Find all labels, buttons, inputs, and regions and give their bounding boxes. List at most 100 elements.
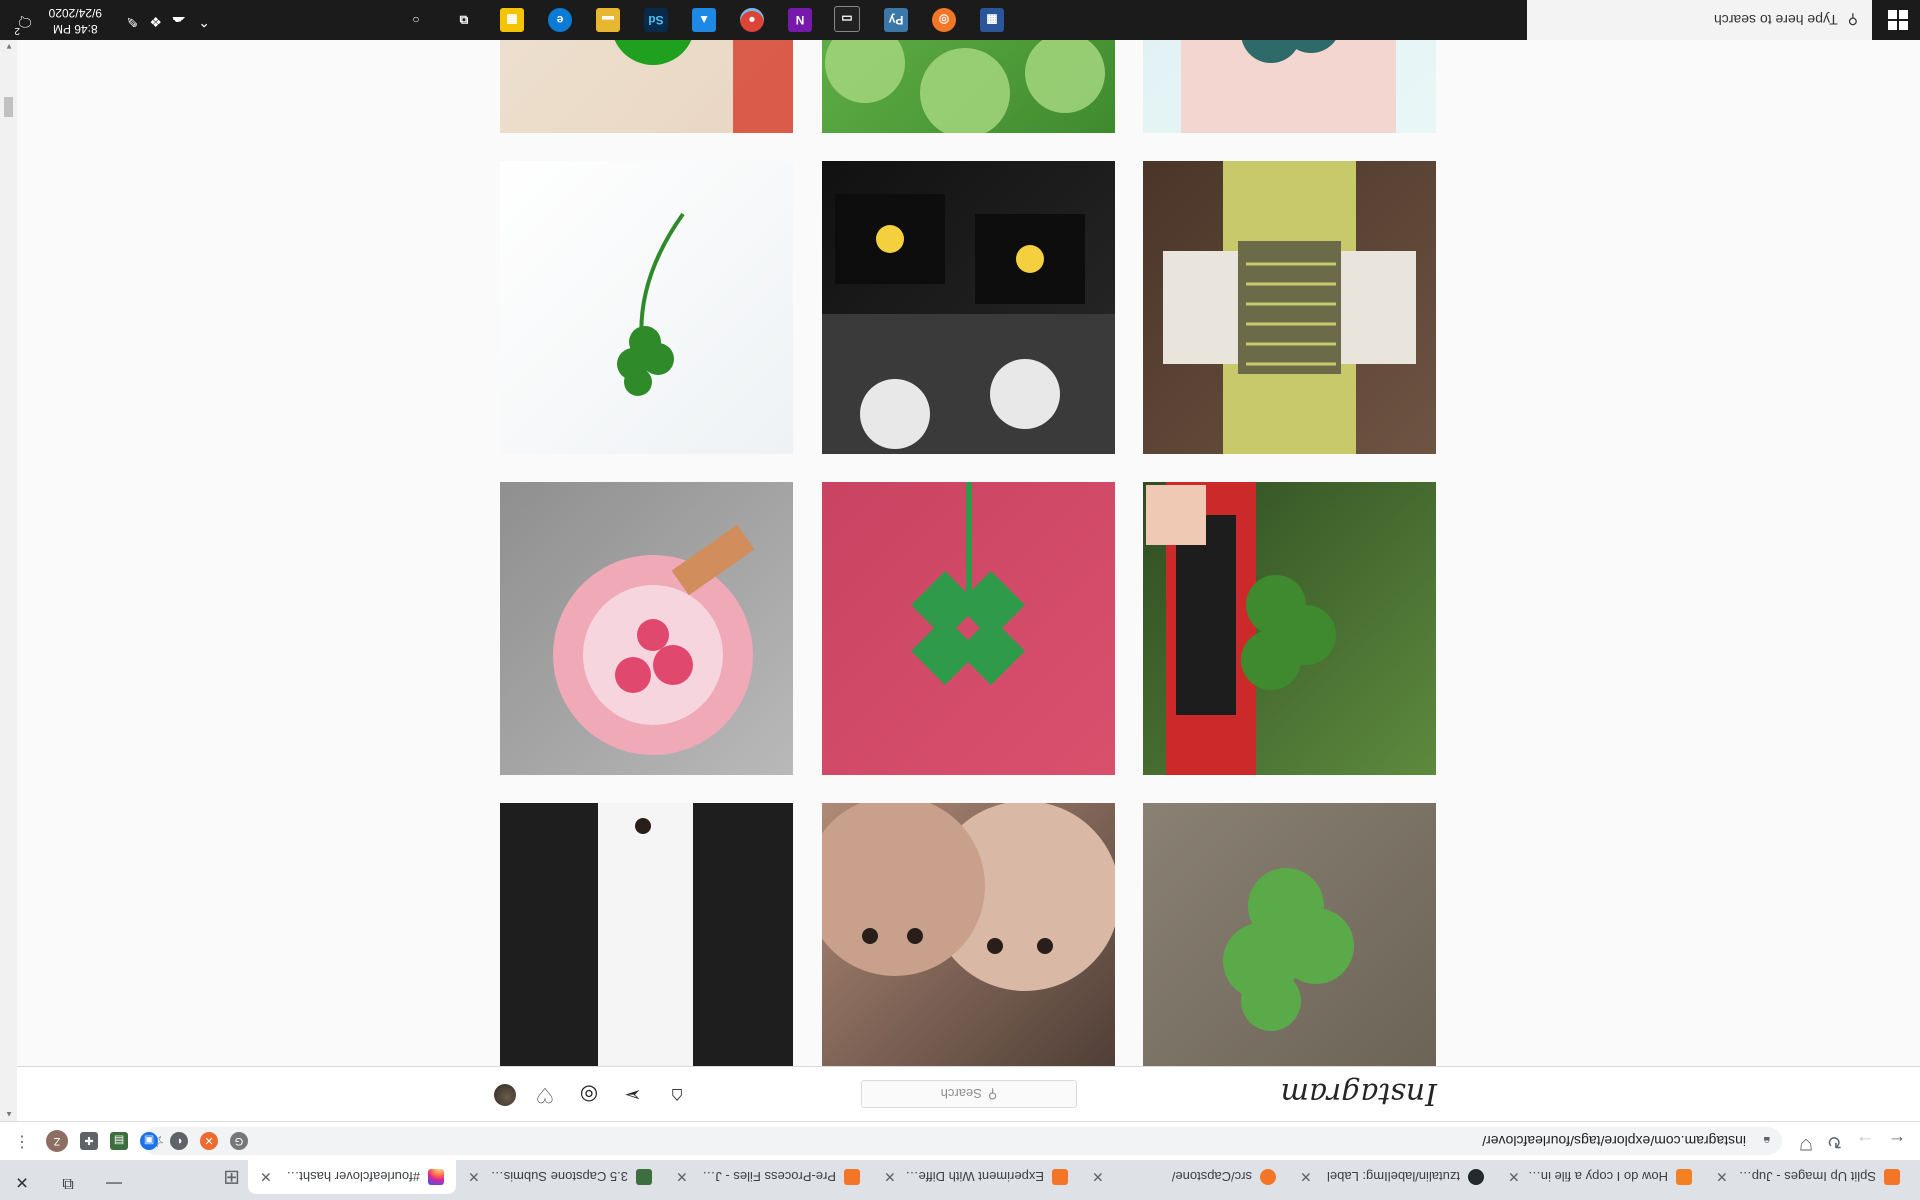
dropbox-icon[interactable]: ❖	[149, 13, 162, 30]
new-tab-icon[interactable]: ⊞	[223, 1165, 240, 1190]
close-tab-icon[interactable]: ✕	[1300, 1169, 1312, 1186]
search-icon: ⚲	[1847, 12, 1858, 29]
close-window-icon[interactable]: ✕	[2, 1172, 42, 1192]
edge-icon[interactable]: e	[548, 8, 572, 32]
jupyter-favicon-icon	[1052, 1169, 1068, 1185]
post-image	[1143, 803, 1436, 1066]
instagram-logo[interactable]: Instagram	[1281, 1076, 1437, 1111]
onedrive-cloud-icon[interactable]: ☁	[172, 13, 186, 30]
scroll-down-arrow-icon[interactable]: ▼	[5, 42, 13, 51]
tab-label: Split Up Images - Jupyter N	[1736, 1169, 1876, 1185]
tab-experiment[interactable]: Experiment With Different ✕	[872, 1160, 1080, 1194]
onenote-icon[interactable]: N	[788, 8, 812, 32]
tab-label: Pre-Process Files - Jupyter	[696, 1169, 836, 1185]
post-image	[1143, 161, 1436, 454]
home-icon[interactable]: ⌂	[665, 1083, 689, 1107]
profile-avatar[interactable]	[494, 1084, 516, 1106]
post-tile[interactable]	[822, 161, 1115, 454]
minimize-icon[interactable]: —	[94, 1174, 134, 1192]
windows-taskbar: ⚲ Type here to search ○ ⧉ ▦ e ▬ Sd ▲ ● N…	[0, 0, 1920, 40]
close-tab-icon[interactable]: ✕	[260, 1169, 272, 1186]
close-tab-icon[interactable]: ✕	[1716, 1169, 1728, 1186]
post-tile[interactable]	[822, 482, 1115, 775]
taskbar-search-box[interactable]: ⚲ Type here to search	[1527, 0, 1872, 40]
close-tab-icon[interactable]: ✕	[676, 1169, 688, 1186]
post-tile[interactable]	[822, 803, 1115, 1066]
notification-count-badge: 2	[14, 25, 20, 36]
tab-labelimg[interactable]: tzutalin/labelImg: Label ✕	[1288, 1160, 1496, 1194]
instagram-search-input[interactable]: ⚲ Search	[861, 1080, 1077, 1108]
task-view-icon[interactable]: ⧉	[452, 8, 476, 32]
direct-messages-icon[interactable]: ➢	[621, 1083, 645, 1107]
jupyter-favicon-icon	[1884, 1169, 1900, 1185]
close-tab-icon[interactable]: ✕	[1092, 1169, 1104, 1186]
back-arrow-icon[interactable]: ←	[1888, 1131, 1906, 1152]
grammarly-icon[interactable]: G	[230, 1132, 248, 1150]
clock-date: 9/24/2020	[48, 6, 102, 20]
close-tab-icon[interactable]: ✕	[468, 1169, 480, 1186]
tab-label: 3.5 Capstone Submission -	[487, 1169, 628, 1185]
close-tab-icon[interactable]: ✕	[884, 1169, 896, 1186]
show-hidden-icons-chevron-icon[interactable]: ⌃	[198, 13, 210, 30]
reload-icon[interactable]: ↻	[1827, 1131, 1842, 1152]
post-tile[interactable]	[1143, 482, 1436, 775]
cortana-icon[interactable]: ○	[404, 8, 428, 32]
photos-icon[interactable]: ▲	[692, 8, 716, 32]
dark-mode-icon[interactable]: ◐	[170, 1132, 188, 1150]
post-tile[interactable]	[500, 40, 793, 133]
stackoverflow-favicon-icon	[1676, 1169, 1692, 1185]
tab-label: How do I copy a file in Pyth	[1528, 1169, 1668, 1185]
system-clock[interactable]: 8:46 PM 9/24/2020	[49, 5, 102, 37]
tab-label: #fourleafclover hashtag on	[279, 1169, 420, 1185]
profile-avatar[interactable]: Z	[46, 1130, 68, 1152]
clock-time: 8:46 PM	[52, 22, 98, 36]
calculator-icon[interactable]: ▦	[980, 8, 1004, 32]
pen-icon[interactable]: ✎	[126, 13, 138, 30]
scrollbar-thumb[interactable]	[4, 97, 13, 117]
activity-heart-icon[interactable]: ♡	[533, 1083, 557, 1107]
substance-designer-icon[interactable]: Sd	[644, 8, 668, 32]
address-bar[interactable]: 🔒︎ instagram.com/explore/tags/fourleafcl…	[142, 1127, 1782, 1155]
tab-capstone-submission[interactable]: 3.5 Capstone Submission - ✕	[456, 1160, 664, 1194]
explore-compass-icon[interactable]: ◎	[577, 1083, 601, 1107]
puzzle-extensions-icon[interactable]: ✚	[80, 1132, 98, 1150]
chrome-icon[interactable]: ●	[740, 8, 764, 32]
notebook-favicon-icon	[636, 1169, 652, 1185]
post-image	[500, 40, 793, 133]
tab-fourleafclover[interactable]: #fourleafclover hashtag on ✕	[248, 1160, 456, 1194]
terminal-icon[interactable]: ▭	[834, 6, 860, 32]
post-image	[822, 803, 1115, 1066]
post-tile[interactable]	[822, 40, 1115, 133]
python-icon[interactable]: Py	[884, 8, 908, 32]
tab-src-capstone[interactable]: src/Capstone/ ✕	[1080, 1160, 1288, 1194]
scanner-icon[interactable]: ▤	[110, 1132, 128, 1150]
post-tile[interactable]	[500, 803, 793, 1066]
post-tile[interactable]	[500, 482, 793, 775]
fakespot-icon[interactable]: ✕	[200, 1132, 218, 1150]
shield-icon[interactable]: ⛉	[1800, 1134, 1812, 1152]
jupyter-icon[interactable]: ◎	[932, 8, 956, 32]
tab-pre-process[interactable]: Pre-Process Files - Jupyter ✕	[664, 1160, 872, 1194]
scroll-up-arrow-icon[interactable]: ▲	[5, 1110, 13, 1119]
windows-start-icon[interactable]	[1888, 10, 1908, 30]
file-explorer-icon[interactable]: ▬	[596, 8, 620, 32]
post-tile[interactable]	[1143, 161, 1436, 454]
search-placeholder: Search	[940, 1086, 982, 1102]
close-tab-icon[interactable]: ✕	[1508, 1169, 1520, 1186]
post-tile[interactable]	[500, 161, 793, 454]
post-image	[1143, 40, 1436, 133]
forward-arrow-icon[interactable]: →	[1856, 1131, 1874, 1152]
post-tile[interactable]	[1143, 40, 1436, 133]
vertical-scrollbar[interactable]: ▲ ▼	[0, 40, 17, 1121]
kebab-menu-icon[interactable]: ⋮	[14, 1132, 30, 1152]
url-text[interactable]: instagram.com/explore/tags/fourleafclove…	[1482, 1133, 1746, 1149]
post-image	[822, 161, 1115, 454]
post-tile[interactable]	[1143, 803, 1436, 1066]
translate-icon[interactable]: ▣	[140, 1132, 158, 1150]
tab-copy-file[interactable]: How do I copy a file in Pyth ✕	[1496, 1160, 1704, 1194]
post-image	[500, 482, 793, 775]
store-icon[interactable]: ▦	[500, 8, 524, 32]
tab-split-up-images[interactable]: Split Up Images - Jupyter N ✕	[1704, 1160, 1912, 1194]
tab-strip: Split Up Images - Jupyter N ✕ How do I c…	[0, 1160, 1920, 1200]
restore-icon[interactable]: ⧉	[48, 1174, 88, 1192]
